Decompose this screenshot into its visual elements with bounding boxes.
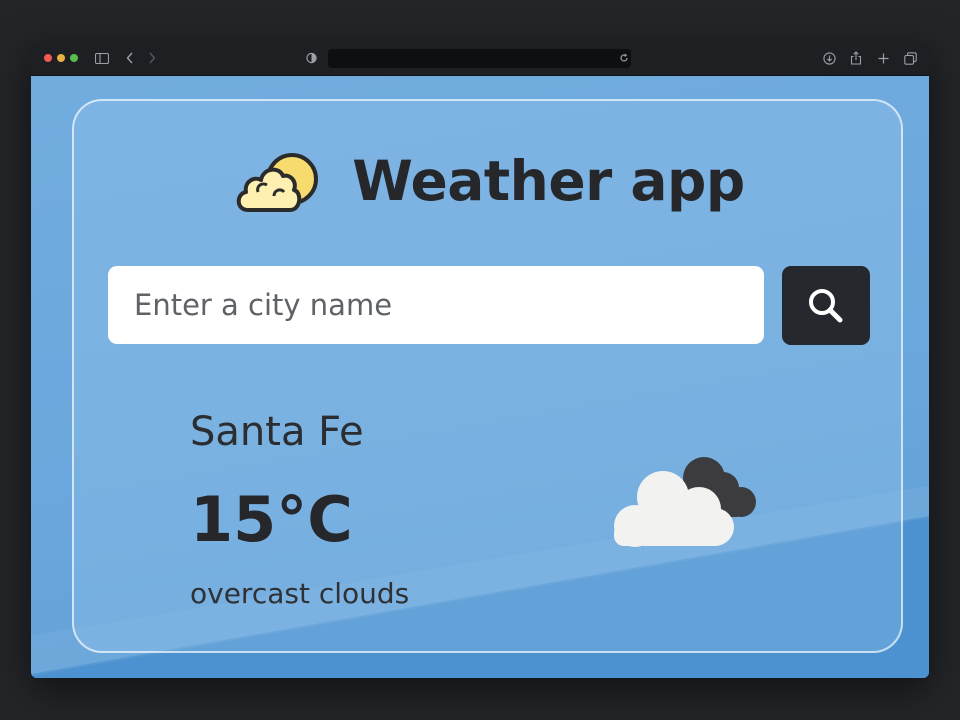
privacy-shield-icon[interactable]: [303, 50, 319, 66]
close-window-dot[interactable]: [44, 54, 52, 62]
sidebar-icon[interactable]: [94, 50, 110, 66]
city-search-input[interactable]: [108, 266, 764, 344]
city-name: Santa Fe: [190, 409, 364, 455]
page-viewport: Weather app Santa Fe 15°C overcast cloud…: [31, 76, 929, 678]
forward-icon[interactable]: [144, 50, 160, 66]
minimize-window-dot[interactable]: [57, 54, 65, 62]
app-title: Weather app: [352, 149, 745, 213]
cloud-sun-icon: [237, 153, 319, 212]
maximize-window-dot[interactable]: [70, 54, 78, 62]
new-tab-icon[interactable]: [875, 50, 891, 66]
browser-window: Weather app Santa Fe 15°C overcast cloud…: [31, 41, 929, 678]
weather-description: overcast clouds: [190, 577, 410, 610]
search-button[interactable]: [782, 266, 870, 345]
overcast-clouds-icon: [614, 457, 756, 547]
download-icon[interactable]: [821, 50, 837, 66]
browser-toolbar: [31, 41, 929, 76]
address-bar[interactable]: [328, 49, 631, 68]
share-icon[interactable]: [848, 50, 864, 66]
app-header: Weather app: [74, 146, 905, 216]
tabs-overview-icon[interactable]: [902, 50, 918, 66]
reload-icon[interactable]: [616, 50, 632, 66]
back-icon[interactable]: [122, 50, 138, 66]
temperature-value: 15°C: [190, 483, 353, 556]
weather-card: Weather app Santa Fe 15°C overcast cloud…: [72, 99, 903, 653]
search-icon: [809, 288, 843, 322]
